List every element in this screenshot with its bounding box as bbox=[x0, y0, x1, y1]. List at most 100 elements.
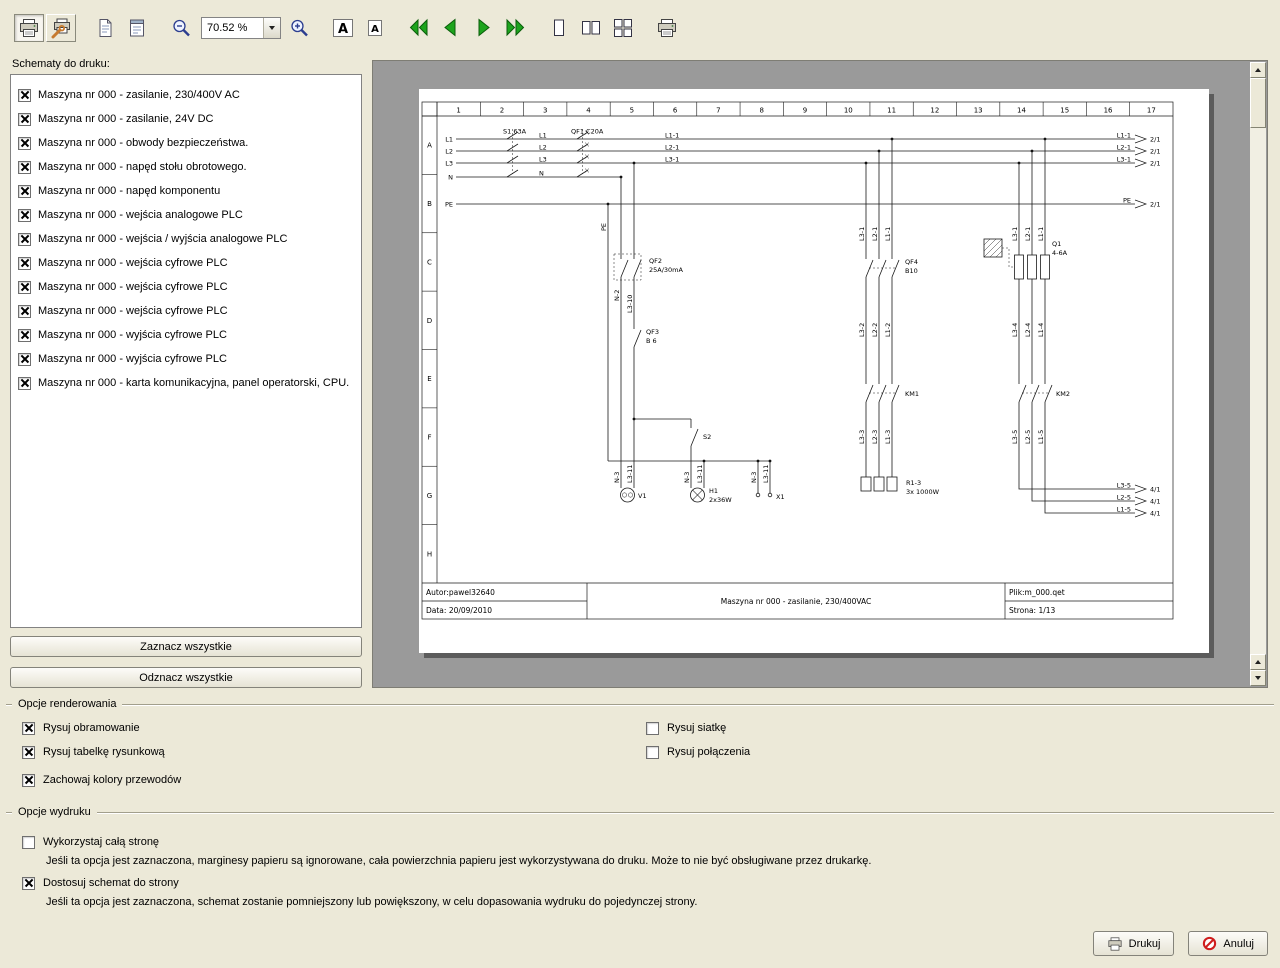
item-checkbox[interactable] bbox=[18, 89, 31, 102]
next-page-button[interactable] bbox=[468, 14, 498, 42]
item-checkbox[interactable] bbox=[18, 353, 31, 366]
svg-text:25A/30mA: 25A/30mA bbox=[649, 266, 684, 274]
list-item[interactable]: Maszyna nr 000 - karta komunikacyjna, pa… bbox=[11, 371, 361, 395]
svg-text:PE: PE bbox=[1123, 197, 1131, 205]
svg-text:4/1: 4/1 bbox=[1150, 510, 1160, 518]
option-checkbox[interactable] bbox=[22, 746, 35, 759]
print-dialog-button[interactable]: Drukuj bbox=[1093, 931, 1175, 956]
svg-text:Plik:m_000.qet: Plik:m_000.qet bbox=[1009, 588, 1065, 597]
cancel-button-label: Anuluj bbox=[1223, 938, 1254, 950]
item-checkbox[interactable] bbox=[18, 185, 31, 198]
scroll-thumb[interactable] bbox=[1250, 78, 1266, 128]
list-item[interactable]: Maszyna nr 000 - napęd stołu obrotowego. bbox=[11, 155, 361, 179]
first-page-button[interactable] bbox=[404, 14, 434, 42]
item-checkbox[interactable] bbox=[18, 257, 31, 270]
item-checkbox[interactable] bbox=[18, 329, 31, 342]
previous-page-button[interactable] bbox=[436, 14, 466, 42]
four-page-view-button[interactable] bbox=[608, 14, 638, 42]
item-checkbox[interactable] bbox=[18, 161, 31, 174]
one-page-view-button[interactable] bbox=[544, 14, 574, 42]
item-checkbox[interactable] bbox=[18, 281, 31, 294]
last-page-button[interactable] bbox=[500, 14, 530, 42]
zoom-value[interactable]: 70.52 % bbox=[202, 22, 263, 34]
svg-text:G: G bbox=[427, 492, 432, 500]
item-checkbox[interactable] bbox=[18, 113, 31, 126]
list-item[interactable]: Maszyna nr 000 - napęd komponentu bbox=[11, 179, 361, 203]
print-dialog-button-label: Drukuj bbox=[1129, 938, 1161, 950]
svg-text:13: 13 bbox=[974, 107, 983, 115]
svg-text:L1: L1 bbox=[539, 132, 547, 140]
list-item[interactable]: Maszyna nr 000 - wejścia cyfrowe PLC bbox=[11, 251, 361, 275]
option-checkbox[interactable] bbox=[646, 722, 659, 735]
print-button[interactable] bbox=[652, 14, 682, 42]
list-item[interactable]: Maszyna nr 000 - wejścia / wyjścia analo… bbox=[11, 227, 361, 251]
svg-text:S2: S2 bbox=[703, 433, 711, 441]
svg-text:QF4: QF4 bbox=[905, 258, 918, 266]
option-row[interactable]: Zachowaj kolory przewodów bbox=[22, 770, 181, 790]
svg-text:L3-10: L3-10 bbox=[626, 295, 634, 313]
svg-text:H: H bbox=[427, 550, 432, 558]
zoom-in-button[interactable] bbox=[284, 14, 314, 42]
option-checkbox[interactable] bbox=[646, 746, 659, 759]
svg-text:QF3: QF3 bbox=[646, 328, 659, 336]
page-setup-icon bbox=[94, 17, 116, 39]
item-checkbox[interactable] bbox=[18, 209, 31, 222]
item-checkbox[interactable] bbox=[18, 305, 31, 318]
option-checkbox[interactable] bbox=[22, 836, 35, 849]
svg-text:L1-1: L1-1 bbox=[884, 227, 892, 241]
scroll-down-button[interactable] bbox=[1250, 670, 1266, 686]
item-label: Maszyna nr 000 - wejścia / wyjścia analo… bbox=[38, 233, 287, 245]
vertical-scrollbar[interactable] bbox=[1250, 62, 1266, 686]
print-preview-button[interactable] bbox=[14, 14, 44, 42]
page-properties-button[interactable] bbox=[122, 14, 152, 42]
list-item[interactable]: Maszyna nr 000 - wejścia analogowe PLC bbox=[11, 203, 361, 227]
option-row[interactable]: Rysuj siatkę bbox=[646, 718, 750, 738]
render-col-1: Rysuj obramowanie Rysuj tabelkę rysunkową… bbox=[22, 714, 181, 790]
list-item[interactable]: Maszyna nr 000 - obwody bezpieczeństwa. bbox=[11, 131, 361, 155]
actual-size-button[interactable]: A bbox=[360, 14, 390, 42]
item-label: Maszyna nr 000 - wejścia cyfrowe PLC bbox=[38, 305, 228, 317]
list-item[interactable]: Maszyna nr 000 - wyjścia cyfrowe PLC bbox=[11, 323, 361, 347]
item-checkbox[interactable] bbox=[18, 233, 31, 246]
svg-text:L2-5: L2-5 bbox=[1117, 494, 1131, 502]
svg-text:L2-1: L2-1 bbox=[1117, 144, 1131, 152]
zoom-out-button[interactable] bbox=[166, 14, 196, 42]
option-row[interactable]: Rysuj połączenia bbox=[646, 742, 750, 762]
item-label: Maszyna nr 000 - wejścia cyfrowe PLC bbox=[38, 257, 228, 269]
print-setup-button[interactable] bbox=[46, 14, 76, 42]
list-item[interactable]: Maszyna nr 000 - wyjścia cyfrowe PLC bbox=[11, 347, 361, 371]
zoom-combo[interactable]: 70.52 % bbox=[201, 17, 281, 39]
option-row[interactable]: Rysuj tabelkę rysunkową bbox=[22, 742, 181, 762]
zoom-dropdown-button[interactable] bbox=[263, 18, 280, 38]
list-item[interactable]: Maszyna nr 000 - zasilanie, 230/400V AC bbox=[11, 83, 361, 107]
option-checkbox[interactable] bbox=[22, 877, 35, 890]
item-checkbox[interactable] bbox=[18, 137, 31, 150]
svg-text:V1: V1 bbox=[638, 492, 647, 500]
page-setup-button[interactable] bbox=[90, 14, 120, 42]
scroll-up-button[interactable] bbox=[1250, 62, 1266, 78]
toolbar-separator bbox=[640, 28, 652, 29]
option-checkbox[interactable] bbox=[22, 722, 35, 735]
svg-text:17: 17 bbox=[1147, 107, 1156, 115]
option-row[interactable]: Rysuj obramowanie bbox=[22, 718, 181, 738]
schematics-list[interactable]: Maszyna nr 000 - zasilanie, 230/400V ACM… bbox=[10, 74, 362, 628]
option-row[interactable]: Dostosuj schemat do strony bbox=[22, 873, 1274, 893]
fit-page-button[interactable]: A bbox=[328, 14, 358, 42]
scroll-up-button-bottom[interactable] bbox=[1250, 654, 1266, 670]
list-item[interactable]: Maszyna nr 000 - zasilanie, 24V DC bbox=[11, 107, 361, 131]
option-checkbox[interactable] bbox=[22, 774, 35, 787]
preview-area[interactable]: 1234567891011121314151617ABCDEFGHL1L2L3N… bbox=[372, 60, 1268, 688]
list-item[interactable]: Maszyna nr 000 - wejścia cyfrowe PLC bbox=[11, 299, 361, 323]
two-page-view-button[interactable] bbox=[576, 14, 606, 42]
option-row[interactable]: Wykorzystaj całą stronę bbox=[22, 832, 1274, 852]
svg-text:6: 6 bbox=[673, 107, 678, 115]
deselect-all-button[interactable]: Odznacz wszystkie bbox=[10, 667, 362, 688]
item-checkbox[interactable] bbox=[18, 377, 31, 390]
previous-page-icon bbox=[439, 16, 463, 40]
cancel-button[interactable]: Anuluj bbox=[1188, 931, 1268, 956]
list-item[interactable]: Maszyna nr 000 - wejścia cyfrowe PLC bbox=[11, 275, 361, 299]
svg-text:L1-4: L1-4 bbox=[1037, 323, 1045, 337]
select-all-button[interactable]: Zaznacz wszystkie bbox=[10, 636, 362, 657]
svg-text:4/1: 4/1 bbox=[1150, 498, 1160, 506]
svg-text:L3-11: L3-11 bbox=[626, 465, 634, 483]
